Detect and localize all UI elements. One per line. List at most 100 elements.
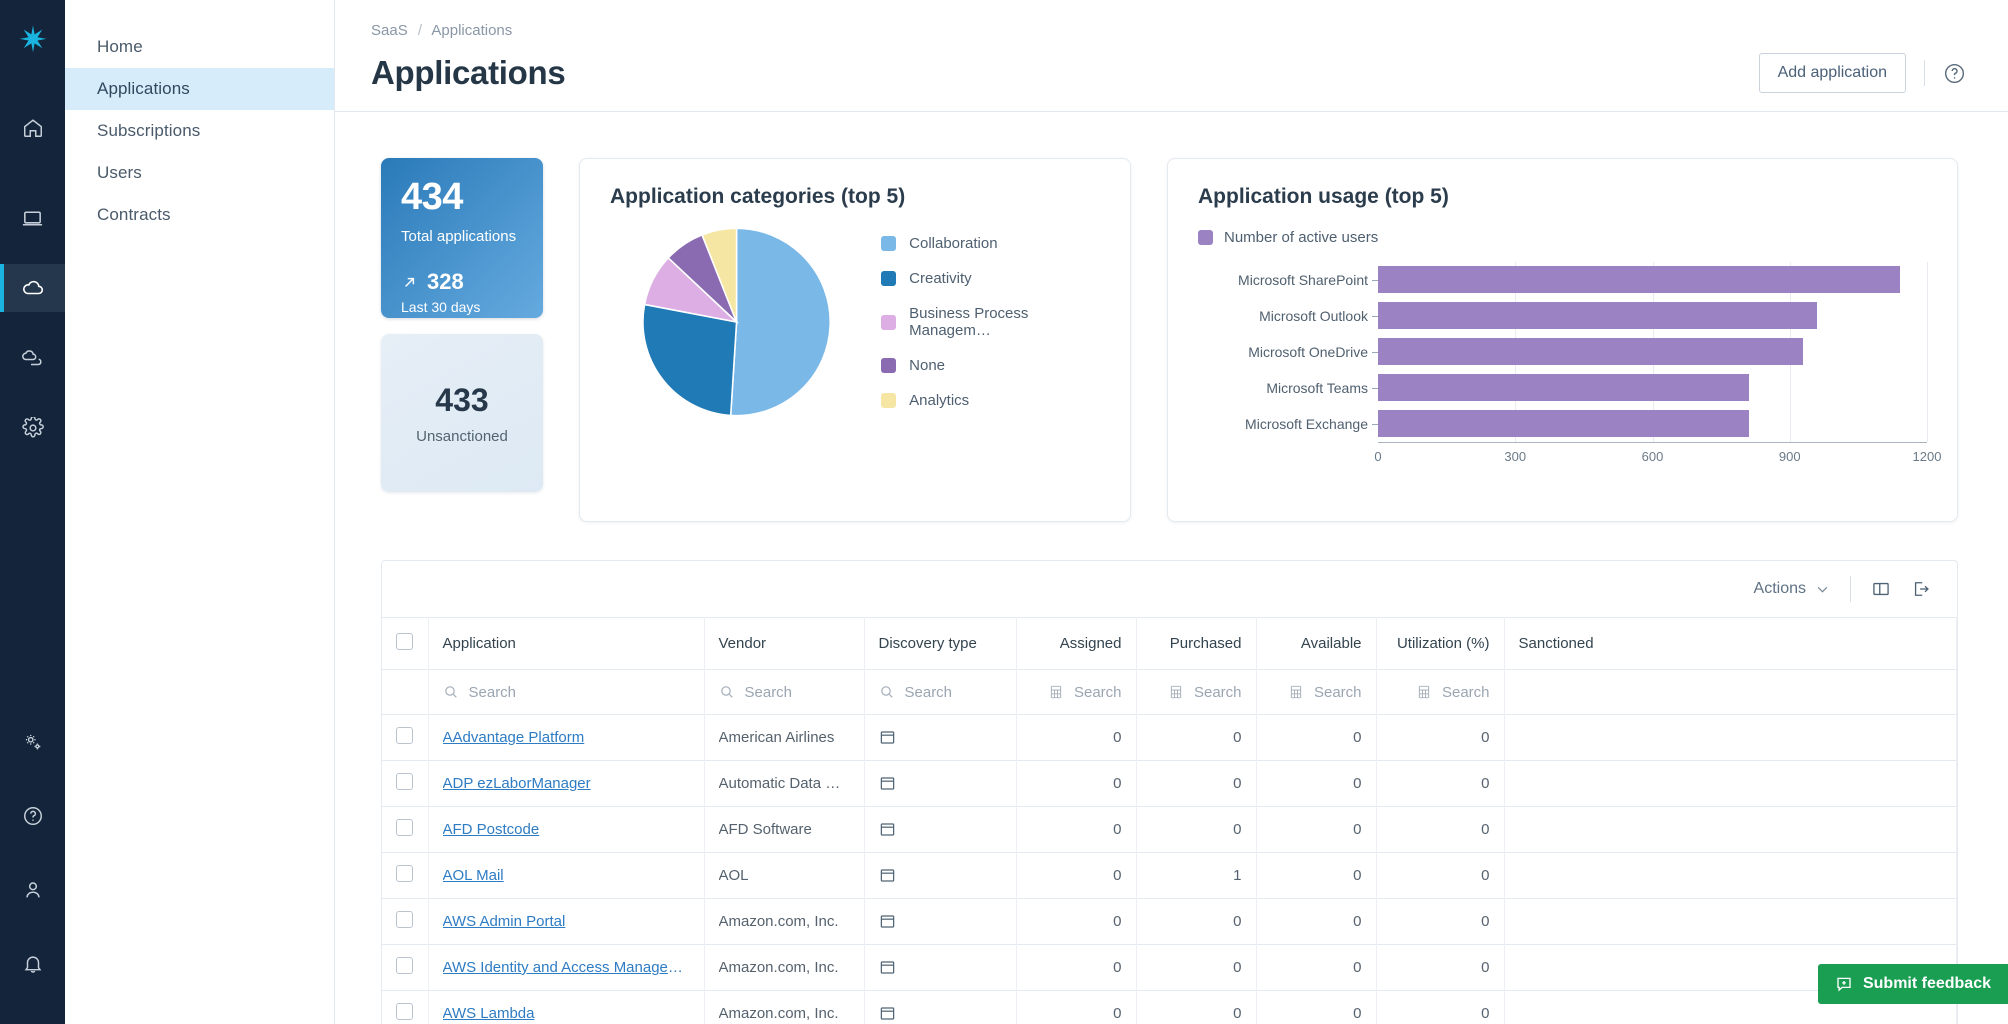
sidebar-item-users[interactable]: Users [65, 152, 334, 194]
application-link[interactable]: AWS Admin Portal [443, 913, 690, 930]
rail-item-notifications[interactable] [0, 940, 65, 988]
bar-track [1378, 406, 1927, 442]
bar-gridline [1927, 370, 1928, 406]
calculator-icon [1416, 684, 1432, 700]
actions-dropdown[interactable]: Actions [1754, 580, 1830, 598]
rail-item-help[interactable] [0, 792, 65, 840]
col-available[interactable]: Available [1256, 618, 1376, 670]
col-assigned[interactable]: Assigned [1016, 618, 1136, 670]
table-row[interactable]: AWS Identity and Access Manageme…Amazon.… [382, 945, 1957, 991]
rail-item-settings[interactable] [0, 404, 65, 452]
pie-legend-item[interactable]: Business Process Managem… [881, 305, 1100, 339]
row-checkbox[interactable] [396, 773, 413, 790]
categories-pie-chart [638, 217, 835, 427]
header-divider [1924, 60, 1925, 86]
cell-available: 0 [1256, 715, 1376, 761]
row-checkbox[interactable] [396, 957, 413, 974]
cell-application: AWS Admin Portal [428, 899, 704, 945]
sidebar-item-applications[interactable]: Applications [65, 68, 334, 110]
table-row[interactable]: AWS Admin PortalAmazon.com, Inc.0000 [382, 899, 1957, 945]
bar[interactable] [1378, 410, 1749, 437]
sidebar-item-subscriptions[interactable]: Subscriptions [65, 110, 334, 152]
cell-sanctioned [1504, 761, 1957, 807]
add-application-button[interactable]: Add application [1759, 53, 1906, 93]
sidebar-item-home[interactable]: Home [65, 26, 334, 68]
submit-feedback-button[interactable]: Submit feedback [1818, 964, 2008, 1004]
export-button[interactable] [1911, 579, 1931, 599]
rail-item-devices[interactable] [0, 194, 65, 242]
bar-category-label: Microsoft SharePoint [1198, 272, 1378, 288]
filter-utilization[interactable]: Search [1376, 670, 1504, 715]
sidebar-item-contracts[interactable]: Contracts [65, 194, 334, 236]
table-filter-row: Search Search Search Search Search Searc… [382, 670, 1957, 715]
col-sanctioned[interactable]: Sanctioned [1504, 618, 1957, 670]
pie-slice[interactable] [643, 304, 737, 415]
cell-utilization: 0 [1376, 945, 1504, 991]
table-row[interactable]: AFD PostcodeAFD Software0000 [382, 807, 1957, 853]
pie-legend-item[interactable]: Analytics [881, 392, 1100, 409]
cell-purchased: 0 [1136, 991, 1256, 1024]
pie-legend-item[interactable]: None [881, 357, 1100, 374]
split-panel-button[interactable] [1871, 579, 1891, 599]
row-checkbox[interactable] [396, 865, 413, 882]
filter-assigned[interactable]: Search [1016, 670, 1136, 715]
breadcrumb-current[interactable]: Applications [431, 22, 512, 39]
application-link[interactable]: AWS Identity and Access Manageme… [443, 959, 690, 976]
cell-assigned: 0 [1016, 715, 1136, 761]
row-checkbox[interactable] [396, 727, 413, 744]
rail-item-multicloud[interactable] [0, 334, 65, 382]
application-link[interactable]: ADP ezLaborManager [443, 775, 690, 792]
filter-vendor[interactable]: Search [704, 670, 864, 715]
col-discovery-type[interactable]: Discovery type [864, 618, 1016, 670]
sidebar-item-label: Home [97, 37, 143, 57]
col-purchased[interactable]: Purchased [1136, 618, 1256, 670]
bar-gridline [1927, 262, 1928, 298]
application-link[interactable]: AOL Mail [443, 867, 690, 884]
table-row[interactable]: ADP ezLaborManagerAutomatic Data …0000 [382, 761, 1957, 807]
bar[interactable] [1378, 374, 1749, 401]
unsanctioned-tile[interactable]: 433 Unsanctioned [381, 334, 543, 492]
bar[interactable] [1378, 302, 1817, 329]
bar[interactable] [1378, 266, 1900, 293]
row-checkbox[interactable] [396, 819, 413, 836]
rail-item-home[interactable] [0, 104, 65, 152]
cell-application: ADP ezLaborManager [428, 761, 704, 807]
sidebar-item-label: Users [97, 163, 142, 183]
application-link[interactable]: AFD Postcode [443, 821, 690, 838]
row-checkbox[interactable] [396, 911, 413, 928]
filter-placeholder: Search [745, 684, 793, 701]
row-checkbox[interactable] [396, 1003, 413, 1020]
pie-legend-swatch [881, 271, 896, 286]
bar[interactable] [1378, 338, 1803, 365]
select-all-checkbox[interactable] [396, 633, 413, 650]
rail-item-admin[interactable] [0, 718, 65, 766]
table-row[interactable]: AWS LambdaAmazon.com, Inc.0000 [382, 991, 1957, 1024]
pie-legend-swatch [881, 315, 896, 330]
col-application[interactable]: Application [428, 618, 704, 670]
rail-item-saas[interactable] [0, 264, 65, 312]
col-utilization[interactable]: Utilization (%) [1376, 618, 1504, 670]
cell-sanctioned [1504, 853, 1957, 899]
application-link[interactable]: AWS Lambda [443, 1005, 690, 1022]
filter-purchased[interactable]: Search [1136, 670, 1256, 715]
filter-available[interactable]: Search [1256, 670, 1376, 715]
breadcrumb-root[interactable]: SaaS [371, 22, 408, 39]
application-link[interactable]: AAdvantage Platform [443, 729, 690, 746]
col-vendor[interactable]: Vendor [704, 618, 864, 670]
pie-legend-item[interactable]: Creativity [881, 270, 1100, 287]
filter-application[interactable]: Search [428, 670, 704, 715]
cell-discovery-type [864, 715, 1016, 761]
bar-legend-swatch [1198, 230, 1213, 245]
rail-item-account[interactable] [0, 866, 65, 914]
pie-legend: Collaboration Creativity Business Process … [881, 235, 1100, 409]
cell-application: AFD Postcode [428, 807, 704, 853]
table-row[interactable]: AOL MailAOL0100 [382, 853, 1957, 899]
pie-slice[interactable] [731, 228, 831, 415]
asterisk-logo-icon[interactable] [0, 10, 65, 66]
total-applications-tile[interactable]: 434 Total applications 328 Last 30 days [381, 158, 543, 318]
filter-discovery[interactable]: Search [864, 670, 1016, 715]
table-row[interactable]: AAdvantage PlatformAmerican Airlines0000 [382, 715, 1957, 761]
pie-legend-item[interactable]: Collaboration [881, 235, 1100, 252]
bar-category-label: Microsoft OneDrive [1198, 344, 1378, 360]
header-help-button[interactable] [1943, 62, 1966, 85]
